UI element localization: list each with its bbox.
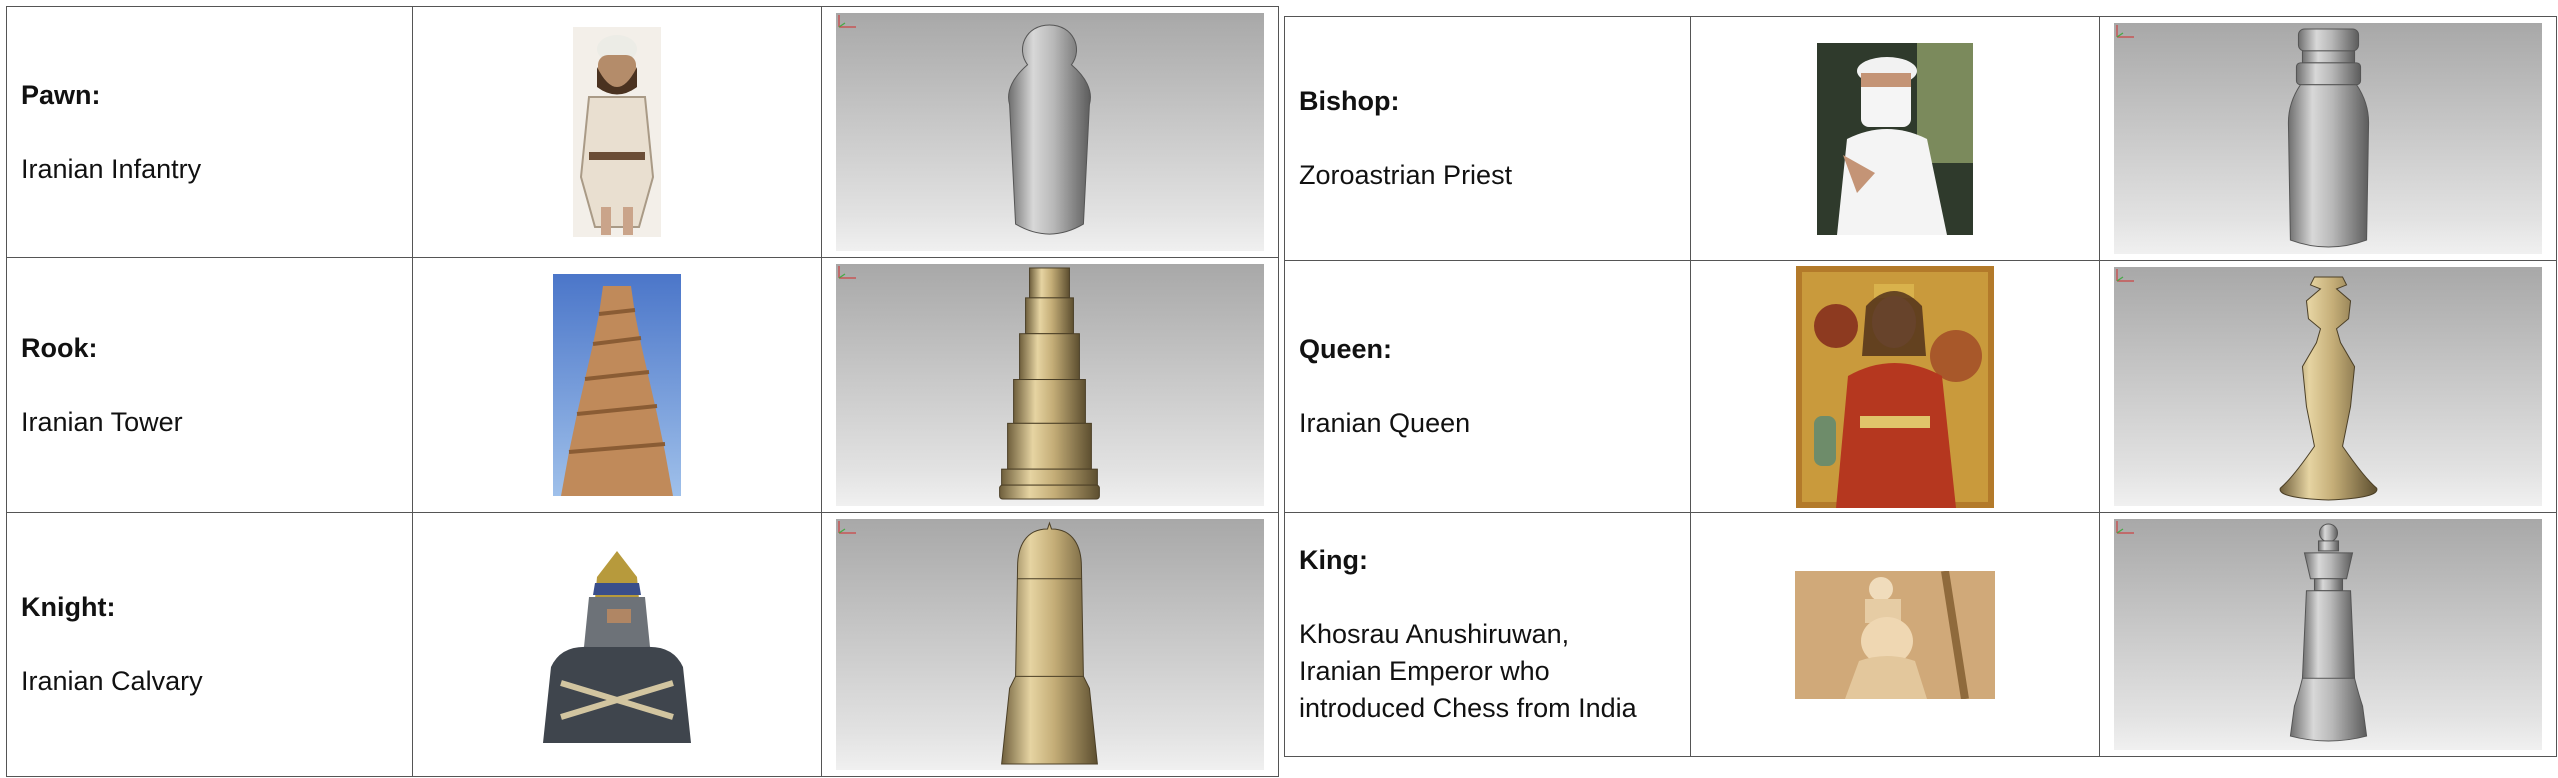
piece-text-cell: Knight: Iranian Calvary: [6, 512, 413, 777]
model-cell: [2099, 512, 2557, 757]
knight-3d-model: [1001, 521, 1098, 765]
piece-name: King:: [1299, 545, 1368, 575]
table-row: Queen: Iranian Queen: [1284, 260, 2557, 513]
infantry-soldier-image: [573, 27, 661, 237]
piece-description-line: Khosrau Anushiruwan,: [1299, 619, 1570, 649]
photo-cell: [412, 257, 822, 513]
table-row: Rook: Iranian Tower: [6, 257, 1279, 513]
piece-description: Iranian Tower: [21, 406, 183, 437]
pawn-3d-model: [1008, 24, 1091, 235]
render-viewport: [2114, 519, 2542, 750]
piece-text-cell: Queen: Iranian Queen: [1284, 260, 1691, 513]
piece-description-line: Iranian Emperor who: [1299, 656, 1550, 686]
queen-3d-model: [2279, 276, 2378, 501]
rook-3d-model: [999, 267, 1100, 500]
model-cell: [2099, 260, 2557, 513]
piece-text-cell: Bishop: Zoroastrian Priest: [1284, 16, 1691, 261]
piece-text-cell: King: Khosrau Anushiruwan, Iranian Emper…: [1284, 512, 1691, 757]
queen-painting-image: [1796, 265, 1994, 508]
piece-name: Rook:: [21, 332, 98, 363]
bishop-3d-model: [2287, 28, 2370, 248]
table-row: Knight: Iranian Calvary: [6, 512, 1279, 777]
render-viewport: [2114, 23, 2542, 254]
axis-triad-icon: [838, 15, 856, 28]
render-viewport: [836, 13, 1264, 251]
table-row: King: Khosrau Anushiruwan, Iranian Emper…: [1284, 512, 2557, 757]
render-viewport: [836, 264, 1264, 506]
model-cell: [821, 512, 1279, 777]
emperor-relief-image: [1795, 570, 1995, 699]
zoroastrian-priest-image: [1817, 42, 1973, 235]
photo-cell: [412, 6, 822, 258]
model-cell: [821, 257, 1279, 513]
armored-cavalryman-image: [541, 546, 693, 743]
piece-description-line: introduced Chess from India: [1299, 693, 1637, 723]
axis-triad-icon: [838, 266, 856, 279]
photo-cell: [1690, 260, 2100, 513]
right-pieces-table: Bishop: Zoroastrian Priest Queen: Irania…: [1284, 16, 2557, 757]
piece-description: Iranian Infantry: [21, 153, 202, 184]
model-cell: [821, 6, 1279, 258]
axis-triad-icon: [838, 521, 856, 534]
king-3d-model: [2289, 523, 2368, 742]
photo-cell: [1690, 512, 2100, 757]
table-row: Bishop: Zoroastrian Priest: [1284, 16, 2557, 261]
table-row: Pawn: Iranian Infantry: [6, 6, 1279, 258]
left-pieces-table: Pawn: Iranian Infantry Rook: Iranian Tow…: [6, 6, 1279, 777]
piece-description: Iranian Calvary: [21, 666, 203, 696]
piece-name: Pawn:: [21, 79, 101, 110]
piece-description: Iranian Queen: [1299, 408, 1471, 438]
axis-triad-icon: [2116, 25, 2134, 38]
model-cell: [2099, 16, 2557, 261]
axis-triad-icon: [2116, 269, 2134, 282]
piece-text-cell: Rook: Iranian Tower: [6, 257, 413, 513]
render-viewport: [2114, 267, 2542, 506]
piece-description: Zoroastrian Priest: [1299, 160, 1513, 190]
axis-triad-icon: [2116, 521, 2134, 534]
piece-name: Bishop:: [1299, 86, 1400, 116]
piece-name: Knight:: [21, 592, 116, 622]
spiral-tower-image: [553, 274, 681, 496]
piece-text-cell: Pawn: Iranian Infantry: [6, 6, 413, 258]
photo-cell: [412, 512, 822, 777]
render-viewport: [836, 519, 1264, 770]
piece-name: Queen:: [1299, 334, 1393, 364]
photo-cell: [1690, 16, 2100, 261]
